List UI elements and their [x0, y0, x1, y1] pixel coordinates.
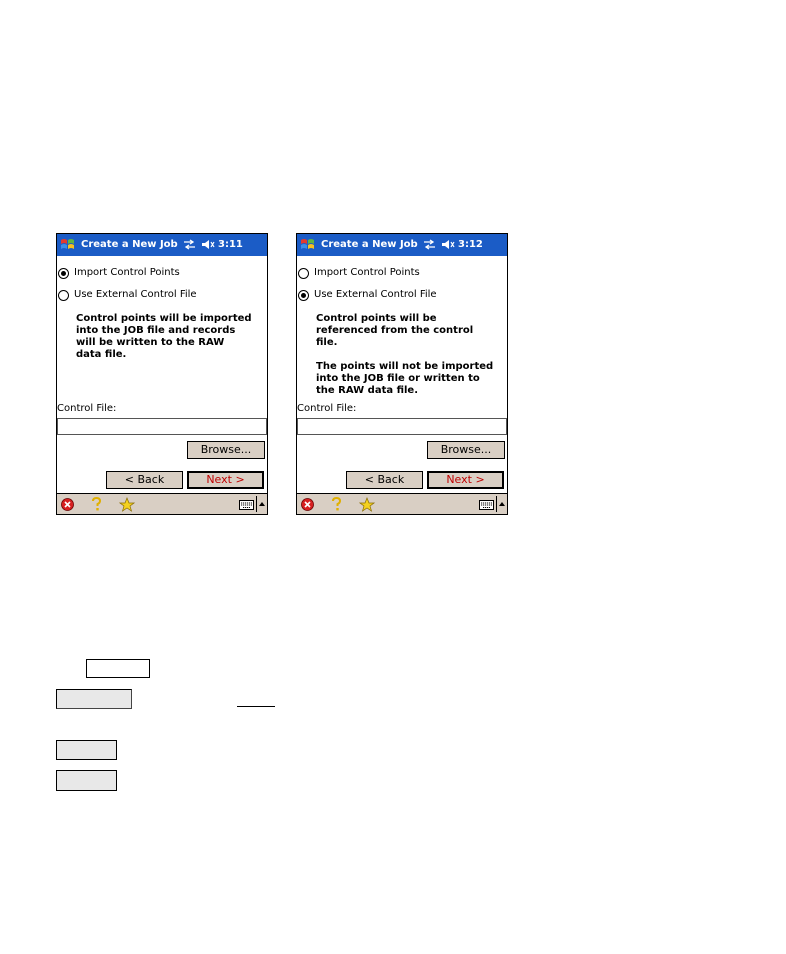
taskbar-separator	[496, 496, 497, 512]
screen-use-external-control-file: Create a New Job 3:12 Import Control Poi…	[296, 233, 508, 515]
control-file-input[interactable]	[57, 418, 267, 435]
radio-label: Use External Control File	[74, 289, 197, 300]
keyboard-icon[interactable]	[239, 500, 254, 510]
speaker-icon[interactable]	[201, 239, 216, 250]
title-bar: Create a New Job 3:12	[297, 234, 507, 256]
clock[interactable]: 3:11	[218, 239, 243, 250]
radio-button-icon[interactable]	[298, 290, 309, 301]
help-question-icon[interactable]	[91, 497, 102, 512]
taskbar	[297, 493, 507, 514]
input-field-sample	[86, 659, 150, 678]
description-text: Control points will be referenced from t…	[316, 313, 494, 396]
control-file-label: Control File:	[297, 403, 357, 414]
radio-button-icon[interactable]	[58, 268, 69, 279]
next-button[interactable]: Next >	[187, 471, 264, 489]
connectivity-icon[interactable]	[183, 239, 196, 250]
clock[interactable]: 3:12	[458, 239, 483, 250]
close-circle-icon[interactable]	[61, 498, 74, 511]
keyboard-icon[interactable]	[479, 500, 494, 510]
windows-flag-icon[interactable]	[299, 236, 317, 254]
star-favorites-icon[interactable]	[359, 497, 375, 512]
button-sample	[56, 689, 132, 709]
radio-label: Import Control Points	[314, 267, 420, 278]
browse-button[interactable]: Browse...	[427, 441, 505, 459]
control-file-input[interactable]	[297, 418, 507, 435]
close-circle-icon[interactable]	[301, 498, 314, 511]
back-button[interactable]: < Back	[106, 471, 183, 489]
window-title: Create a New Job	[321, 239, 418, 250]
button-sample	[56, 740, 117, 760]
radio-button-icon[interactable]	[298, 268, 309, 279]
button-sample	[56, 770, 117, 791]
star-favorites-icon[interactable]	[119, 497, 135, 512]
control-file-label: Control File:	[57, 403, 117, 414]
up-arrow-icon[interactable]	[259, 502, 265, 506]
title-bar: Create a New Job 3:11	[57, 234, 267, 256]
speaker-icon[interactable]	[441, 239, 456, 250]
connectivity-icon[interactable]	[423, 239, 436, 250]
screen-import-control-points: Create a New Job 3:11 Import Control Poi…	[56, 233, 268, 515]
radio-label: Use External Control File	[314, 289, 437, 300]
radio-label: Import Control Points	[74, 267, 180, 278]
radio-button-icon[interactable]	[58, 290, 69, 301]
taskbar-separator	[256, 496, 257, 512]
taskbar	[57, 493, 267, 514]
underline-sample	[237, 706, 275, 707]
up-arrow-icon[interactable]	[499, 502, 505, 506]
next-button[interactable]: Next >	[427, 471, 504, 489]
help-question-icon[interactable]	[331, 497, 342, 512]
windows-flag-icon[interactable]	[59, 236, 77, 254]
browse-button[interactable]: Browse...	[187, 441, 265, 459]
description-text: Control points will be imported into the…	[76, 313, 252, 360]
window-title: Create a New Job	[81, 239, 178, 250]
back-button[interactable]: < Back	[346, 471, 423, 489]
